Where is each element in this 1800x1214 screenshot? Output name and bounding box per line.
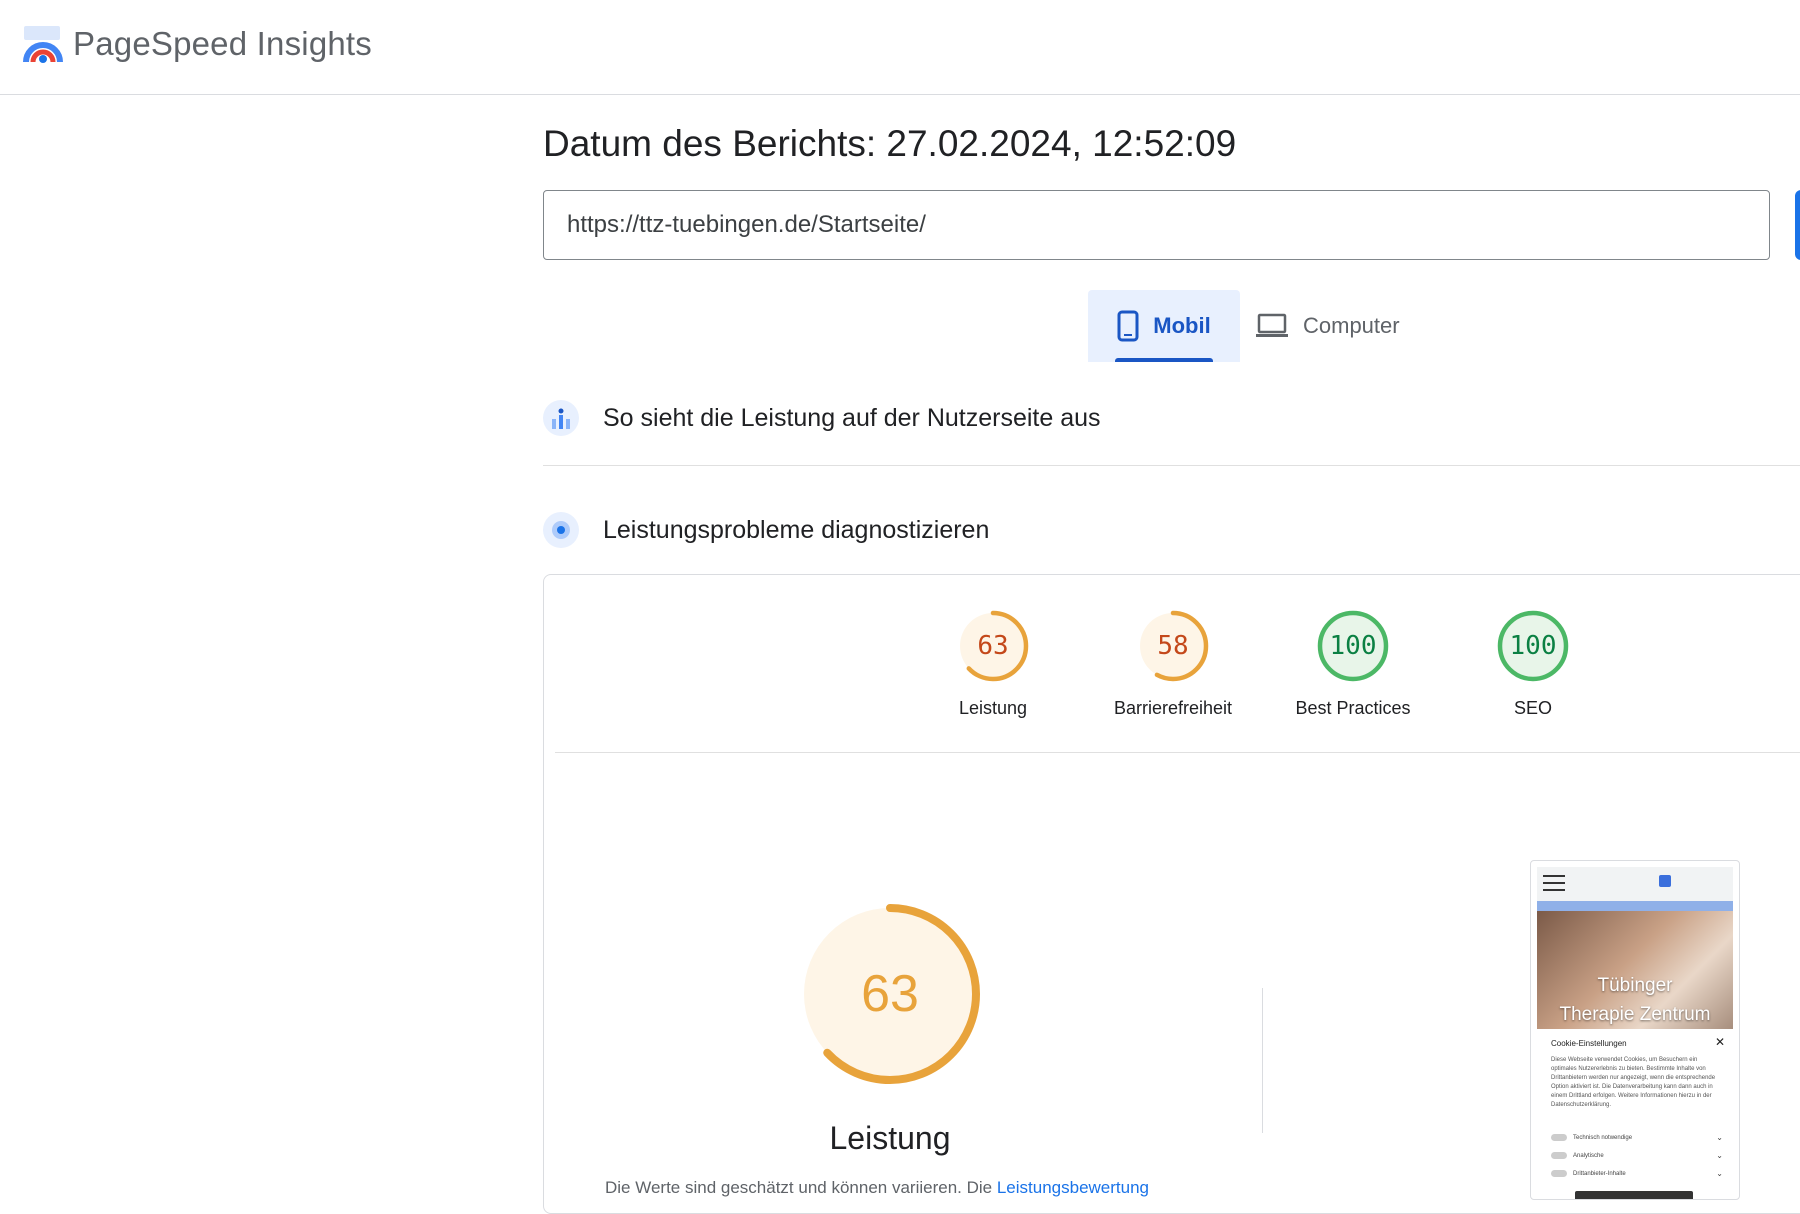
screenshot-hero-image: Tübinger Therapie Zentrum <box>1537 901 1733 1029</box>
pagespeed-logo-icon[interactable] <box>22 26 64 66</box>
score-label: Best Practices <box>1295 698 1411 718</box>
score-label: SEO <box>1513 698 1552 718</box>
smartphone-icon <box>1117 310 1139 342</box>
laptop-icon <box>1256 313 1288 337</box>
toggle-icon <box>1551 1152 1567 1159</box>
performance-score-link[interactable]: Leistungsbewertung <box>997 1178 1149 1197</box>
screenshot-brand-icon <box>1659 875 1671 887</box>
section-divider <box>543 465 1800 466</box>
screenshot-navbar <box>1537 867 1733 901</box>
screenshot-cookie-option: Technisch notwendige ⌄ <box>1551 1133 1723 1142</box>
score-value: 100 <box>1330 631 1377 661</box>
tab-mobile[interactable]: Mobil <box>1088 290 1240 362</box>
score-gauge-accessibility[interactable]: 58 Barrierefreiheit <box>1098 608 1248 719</box>
tab-computer[interactable]: Computer <box>1255 290 1435 362</box>
vertical-divider <box>1262 988 1263 1133</box>
toggle-icon <box>1551 1170 1567 1177</box>
chevron-down-icon: ⌄ <box>1716 1169 1723 1178</box>
analyze-button[interactable] <box>1795 190 1800 260</box>
card-divider <box>555 752 1800 753</box>
screenshot-menu-icon <box>1543 875 1565 891</box>
score-gauge-ring: 100 <box>1317 610 1389 682</box>
chevron-down-icon: ⌄ <box>1716 1133 1723 1142</box>
screenshot-close-icon: ✕ <box>1715 1035 1726 1049</box>
lighthouse-icon <box>543 512 579 548</box>
score-gauge-ring: 63 <box>957 610 1029 682</box>
screenshot-cookie-title: Cookie-Einstellungen <box>1551 1039 1627 1048</box>
screenshot-cookie-body: Diese Webseite verwendet Cookies, um Bes… <box>1551 1057 1716 1108</box>
top-app-bar: PageSpeed Insights <box>0 0 1800 95</box>
performance-note-text: Die Werte sind geschätzt und können vari… <box>605 1178 997 1197</box>
people-chart-icon <box>543 400 579 436</box>
score-gauge-seo[interactable]: 100 SEO <box>1458 608 1608 719</box>
score-gauge-performance[interactable]: 63 Leistung <box>918 608 1068 719</box>
performance-score-gauge: 63 <box>800 904 980 1084</box>
toggle-icon <box>1551 1134 1567 1141</box>
score-gauge-ring: 58 <box>1137 610 1209 682</box>
app-title[interactable]: PageSpeed Insights <box>73 25 372 63</box>
section-field-data[interactable]: So sieht die Leistung auf der Nutzerseit… <box>543 400 1101 436</box>
tab-mobile-label: Mobil <box>1153 313 1211 338</box>
performance-note: Die Werte sind geschätzt und können vari… <box>605 1178 1149 1198</box>
score-gauge-best-practices[interactable]: 100 Best Practices <box>1278 608 1428 719</box>
score-gauge-ring: 100 <box>1497 610 1569 682</box>
tab-selected-indicator <box>1115 358 1213 362</box>
score-value: 100 <box>1510 631 1557 661</box>
score-value: 63 <box>977 631 1008 661</box>
score-label: Leistung <box>958 698 1028 718</box>
score-label: Barrierefreiheit <box>1113 698 1233 718</box>
screenshot-hero-text: Tübinger Therapie Zentrum <box>1537 971 1733 1029</box>
screenshot-option-label: Drittanbieter-Inhalte <box>1573 1170 1626 1177</box>
performance-label: Leistung <box>829 1120 951 1156</box>
report-date: Datum des Berichts: 27.02.2024, 12:52:09 <box>543 123 1237 164</box>
final-screenshot: Tübinger Therapie Zentrum Cookie-Einstel… <box>1530 860 1740 1200</box>
section-lab-data[interactable]: Leistungsprobleme diagnostizieren <box>543 512 989 548</box>
screenshot-option-label: Analytische <box>1573 1152 1604 1159</box>
screenshot-hero-line2: Therapie Zentrum <box>1559 1004 1711 1025</box>
performance-score-value: 63 <box>861 965 919 1023</box>
tab-computer-label: Computer <box>1303 313 1400 338</box>
url-input[interactable] <box>544 191 1747 259</box>
screenshot-cookie-option: Analytische ⌄ <box>1551 1151 1723 1160</box>
screenshot-hero-line1: Tübinger <box>1597 975 1673 996</box>
score-value: 58 <box>1157 631 1188 661</box>
section-lab-data-title: Leistungsprobleme diagnostizieren <box>603 515 990 544</box>
screenshot-option-label: Technisch notwendige <box>1573 1134 1633 1141</box>
screenshot-accept-button <box>1575 1191 1693 1199</box>
chevron-down-icon: ⌄ <box>1716 1151 1723 1160</box>
screenshot-cookie-option: Drittanbieter-Inhalte ⌄ <box>1551 1169 1723 1178</box>
section-field-data-title: So sieht die Leistung auf der Nutzerseit… <box>603 403 1101 432</box>
url-field[interactable] <box>543 190 1770 260</box>
